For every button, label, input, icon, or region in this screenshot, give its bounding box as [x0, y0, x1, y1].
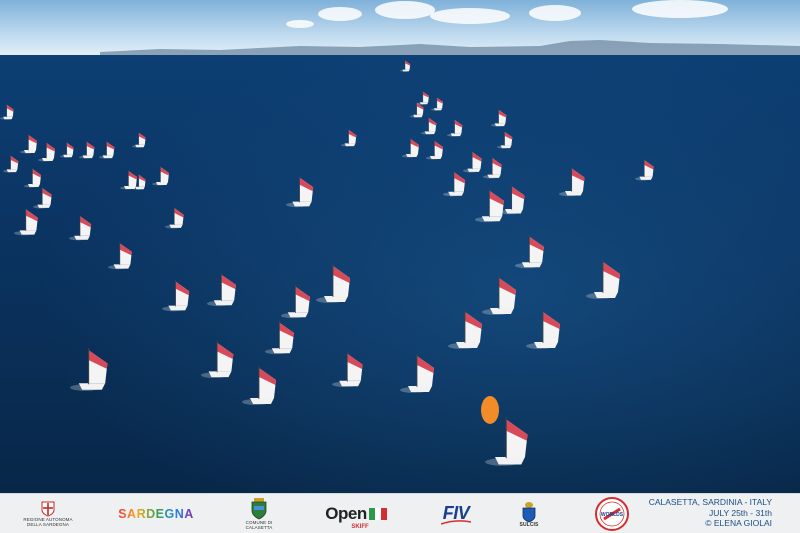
- coat-of-arms-icon: [251, 498, 267, 520]
- regione-caption-2: DELLA SARDEGNA: [27, 522, 69, 527]
- worlds-text: WORLDS: [601, 512, 624, 518]
- comune-calasetta-logo: COMUNE DI CALASETTA: [238, 494, 280, 533]
- fiv-wordmark: FIV: [442, 503, 470, 523]
- regione-sardegna-logo: REGIONE AUTONOMA DELLA SARDEGNA: [22, 494, 74, 533]
- shield-icon: [41, 501, 55, 517]
- sponsor-footer: REGIONE AUTONOMA DELLA SARDEGNA SARDEGNA…: [0, 493, 800, 533]
- sardegna-wordmark: SARDEGNA: [118, 507, 194, 521]
- fiv-logo: FIV: [430, 494, 482, 533]
- sulcis-emblem-icon: [522, 501, 536, 522]
- credit-photographer: © ELENA GIOLAI: [705, 518, 772, 528]
- open-skiff-logo: Open SKIFF: [318, 494, 394, 533]
- italian-flag-icon: [368, 508, 387, 520]
- photo-credit: CALASETTA, SARDINIA - ITALY JULY 25th - …: [649, 497, 772, 529]
- race-mark-buoy: [481, 396, 499, 424]
- credit-location: CALASETTA, SARDINIA - ITALY: [648, 497, 772, 507]
- sulcis-logo: SULCIS: [512, 494, 546, 533]
- worlds-badge-logo: WORLDS: [594, 494, 630, 533]
- worlds-badge-icon: WORLDS: [595, 497, 629, 531]
- photo-scene: REGIONE AUTONOMA DELLA SARDEGNA SARDEGNA…: [0, 0, 800, 533]
- credit-dates: JULY 25th - 31th: [708, 507, 772, 518]
- sulcis-caption: SULCIS: [519, 521, 539, 528]
- sardegna-logo: SARDEGNA: [108, 494, 204, 533]
- regatta-aerial-photo: [0, 0, 800, 493]
- open-wordmark: Open: [325, 504, 367, 523]
- comune-caption: COMUNE DI CALASETTA: [245, 520, 273, 530]
- skiff-wordmark: SKIFF: [351, 524, 369, 530]
